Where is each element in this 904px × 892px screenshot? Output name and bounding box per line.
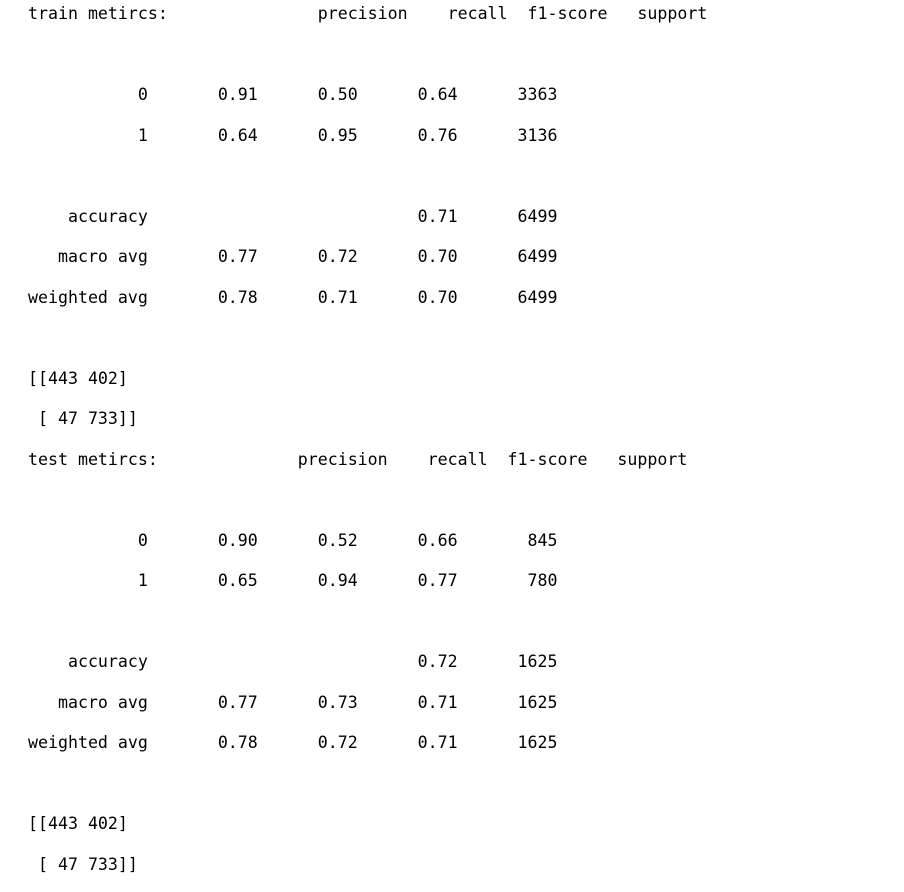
- test-confusion-matrix-row-2: [ 47 733]]: [28, 854, 138, 874]
- train-confusion-matrix-row-2: [ 47 733]]: [28, 409, 138, 428]
- train-class-1-row: 1 0.64 0.95 0.76 3136: [28, 125, 558, 145]
- train-confusion-matrix-row-1: [[443 402]: [28, 368, 128, 388]
- train-weighted-avg-row: weighted avg 0.78 0.71 0.70 6499: [28, 287, 558, 307]
- train-macro-avg-row: macro avg 0.77 0.72 0.70 6499: [28, 247, 558, 266]
- test-accuracy-row: accuracy 0.72 1625: [28, 652, 558, 671]
- test-macro-avg-row: macro avg 0.77 0.73 0.71 1625: [28, 692, 558, 712]
- test-confusion-matrix-row-1: [[443 402]: [28, 814, 128, 833]
- test-class-0-row: 0 0.90 0.52 0.66 845: [28, 530, 558, 550]
- test-class-1-row: 1 0.65 0.94 0.77 780: [28, 571, 558, 590]
- test-header-line: test metircs: precision recall f1-score …: [28, 449, 688, 469]
- test-weighted-avg-row: weighted avg 0.78 0.72 0.71 1625: [28, 733, 558, 752]
- train-accuracy-row: accuracy 0.71 6499: [28, 206, 558, 226]
- console-output: train metircs: precision recall f1-score…: [28, 1, 707, 892]
- train-class-0-row: 0 0.91 0.50 0.64 3363: [28, 85, 558, 104]
- train-header-line: train metircs: precision recall f1-score…: [28, 4, 708, 23]
